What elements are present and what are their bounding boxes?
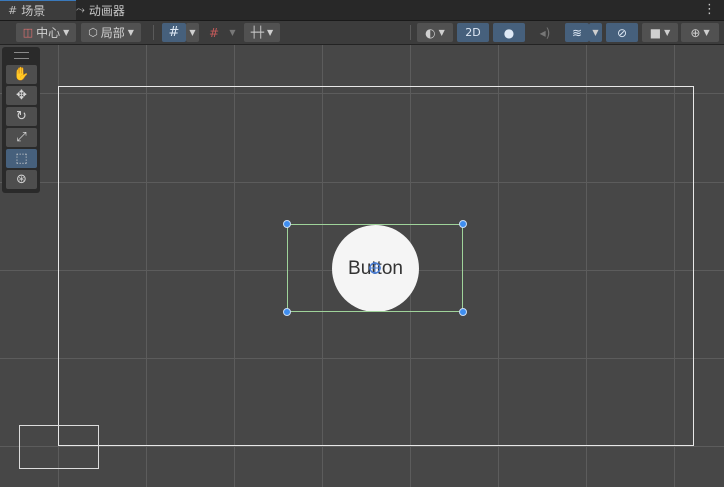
chevron-down-icon: ▼ [267,28,274,37]
effects-toggle[interactable]: ≋ [565,23,589,42]
shading-sphere-icon: ◐ [425,25,436,40]
move-icon: ✥ [16,88,27,103]
camera-icon: ■ [649,25,662,40]
rotate-tool-button[interactable]: ↻ [6,107,37,126]
increment-snap-toggle[interactable]: # [204,23,224,42]
tab-animator[interactable]: ⤳ 动画器 [68,0,133,20]
pivot-label: 中心 [36,26,61,40]
more-options-icon[interactable]: ⋮ [703,2,716,17]
increment-snap-menu[interactable]: ▼ [226,23,239,42]
scale-icon: ⤢ [16,130,27,145]
camera-frame [19,425,99,469]
grid-visual-dropdown[interactable]: ┼┼ ▼ [244,23,280,42]
cube-icon: ⬡ [88,26,98,39]
gizmos-dropdown[interactable]: ⊕ ▼ [681,23,719,42]
mode-2d-label: 2D [465,26,481,39]
scene-visibility-toggle[interactable]: ⊘ [606,23,638,42]
rect-transform-selection[interactable] [287,224,463,312]
rect-transform-icon: ⬚ [15,151,28,166]
chevron-down-icon: ▼ [592,28,599,37]
chevron-down-icon: ▼ [127,28,134,37]
lightbulb-icon: ● [503,25,515,40]
toolbar-divider [153,25,154,40]
resize-handle-bottom-right[interactable] [459,308,467,316]
audio-toggle[interactable]: ◂) [530,23,560,42]
effects-menu[interactable]: ▼ [589,23,602,42]
window-tab-bar: # 场景 ⤳ 动画器 ⋮ [0,0,724,21]
toolbar-divider [410,25,411,40]
resize-handle-bottom-left[interactable] [283,308,291,316]
space-dropdown[interactable]: ⬡ 局部 ▼ [81,23,141,42]
shading-mode-dropdown[interactable]: ◐ ▼ [417,23,453,42]
resize-handle-top-right[interactable] [459,220,467,228]
ruler-icon: ┼┼ [250,26,265,39]
hash-grid-icon: # [8,4,18,17]
chevron-down-icon: ▼ [438,28,445,37]
rotate-icon: ↻ [16,109,27,124]
fork-icon: ⤳ [76,3,85,16]
grid-line [0,446,724,447]
grid-snap-toggle[interactable]: # [162,23,186,42]
tab-animator-label: 动画器 [88,3,125,18]
scale-tool-button[interactable]: ⤢ [6,128,37,147]
pivot-dropdown[interactable]: ◫ 中心 ▼ [16,23,76,42]
mode-2d-toggle[interactable]: 2D [457,23,489,42]
view-tool-button[interactable]: ✋ [6,65,37,84]
tools-overlay: ✋ ✥ ↻ ⤢ ⬚ ⊛ [2,47,40,193]
tab-scene-label: 场景 [21,4,46,18]
scene-toolbar: ◫ 中心 ▼ ⬡ 局部 ▼ # ▼ # ▼ ┼┼ ▼ ◐ ▼ 2D ● ◂) ≋… [0,21,724,45]
speaker-muted-icon: ◂) [539,25,551,40]
grid-snap-icon: # [168,25,180,40]
chevron-down-icon: ▼ [63,28,70,37]
chevron-down-icon: ▼ [664,28,671,37]
resize-handle-top-left[interactable] [283,220,291,228]
space-label: 局部 [100,26,125,40]
pivot-icon: ◫ [22,26,34,39]
scene-viewport[interactable]: Button [0,45,724,487]
increment-snap-icon: # [208,25,220,40]
lighting-toggle[interactable]: ● [493,23,525,42]
grid-snap-menu[interactable]: ▼ [186,23,199,42]
gizmos-sphere-icon: ⊕ [690,25,701,40]
tab-scene[interactable]: # 场景 [0,0,76,20]
chevron-down-icon: ▼ [229,28,236,37]
layers-icon: ≋ [571,25,583,40]
drag-handle-icon[interactable] [14,52,29,59]
camera-settings-dropdown[interactable]: ■ ▼ [642,23,678,42]
transform-tool-button[interactable]: ⊛ [6,170,37,189]
eye-off-icon: ⊘ [616,25,628,40]
chevron-down-icon: ▼ [189,28,196,37]
rect-tool-button[interactable]: ⬚ [6,149,37,168]
transform-all-icon: ⊛ [16,172,27,187]
move-tool-button[interactable]: ✥ [6,86,37,105]
view-hand-icon: ✋ [13,67,30,82]
chevron-down-icon: ▼ [703,28,710,37]
